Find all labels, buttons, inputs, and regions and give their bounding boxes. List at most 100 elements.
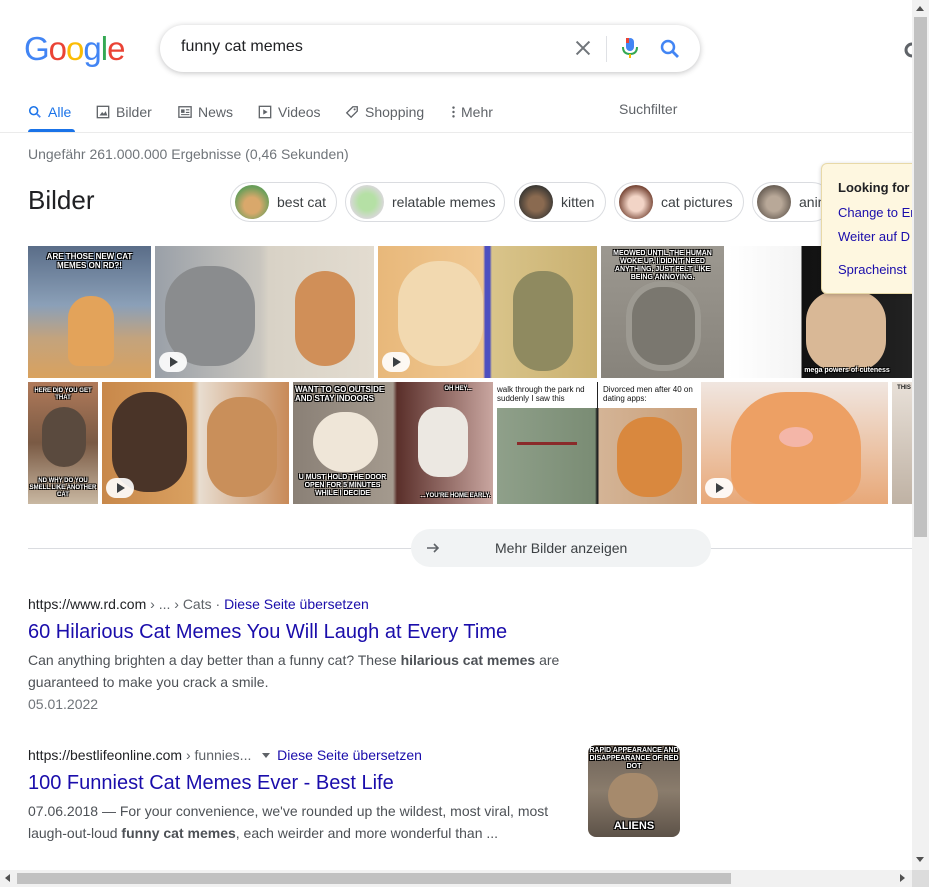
tab-videos[interactable]: Videos [258, 102, 321, 122]
chip-thumbnail [619, 185, 653, 219]
image-caption: HERE DID YOU GET THAT [34, 388, 92, 401]
logo-letter: o [66, 30, 84, 67]
cat-figure [608, 773, 658, 818]
result-title[interactable]: 60 Hilarious Cat Memes You Will Laugh at… [28, 621, 507, 644]
tab-all[interactable]: Alle [28, 102, 71, 122]
popup-link-continue-german[interactable]: Weiter auf D [838, 229, 910, 244]
image-result[interactable] [102, 382, 289, 504]
result-domain: https://www.rd.com [28, 596, 147, 612]
news-icon [178, 106, 192, 118]
chip-relatable-memes[interactable]: relatable memes [345, 182, 505, 222]
cat-figure [313, 412, 378, 472]
cat-figure [418, 407, 468, 477]
more-vert-icon [452, 106, 455, 118]
more-images-button[interactable]: Mehr Bilder anzeigen [411, 529, 711, 567]
image-result[interactable] [378, 246, 597, 378]
chip-thumbnail [519, 185, 553, 219]
tab-label: Bilder [116, 104, 152, 120]
tab-more[interactable]: Mehr [450, 102, 493, 122]
cat-figure [806, 291, 886, 371]
search-input[interactable]: funny cat memes [181, 38, 303, 56]
more-images-label: Mehr Bilder anzeigen [495, 540, 628, 556]
chip-animals[interactable]: animals [752, 182, 832, 222]
scroll-down-arrow-icon[interactable] [916, 857, 924, 862]
image-caption: WANT TO GO OUTSIDE AND STAY INDOORS [295, 385, 385, 403]
cat-figure [112, 392, 187, 492]
result-thumbnail[interactable]: RAPID APPEARANCE AND DISAPPEARANCE OF RE… [588, 745, 680, 837]
popup-link-language-settings[interactable]: Spracheinst [838, 262, 907, 277]
image-icon [96, 105, 110, 119]
scroll-left-arrow-icon[interactable] [5, 874, 10, 882]
result-url[interactable]: https://www.rd.com › ... › Cats · Diese … [28, 596, 369, 612]
language-popup: Looking for Change to En Weiter auf D Sp… [821, 163, 916, 294]
result-url[interactable]: https://bestlifeonline.com › funnies... … [28, 747, 422, 763]
image-caption: OH HEY... [444, 386, 472, 392]
vertical-scrollbar[interactable] [912, 0, 929, 870]
chip-label: cat pictures [661, 194, 733, 210]
image-result[interactable]: WANT TO GO OUTSIDE AND STAY INDOORS U MU… [293, 382, 493, 504]
image-result[interactable]: this [892, 382, 912, 504]
image-result[interactable] [155, 246, 374, 378]
play-icon [705, 478, 733, 498]
image-caption: mega powers of cuteness [804, 367, 890, 374]
cat-figure [398, 261, 483, 366]
image-caption: U MUST HOLD THE DOOR OPEN FOR 5 MINUTES … [298, 474, 387, 497]
chip-thumbnail [757, 185, 791, 219]
image-caption: ND WHY DO YOU SMELL LIKE ANOTHER CAT [29, 478, 97, 498]
result-domain: https://bestlifeonline.com [28, 747, 183, 763]
snippet-text: , each weirder and more wonderful than .… [235, 825, 499, 841]
tab-news[interactable]: News [178, 102, 233, 122]
image-caption: Divorced men after 40 on dating apps: [603, 385, 693, 403]
chip-kitten[interactable]: kitten [514, 182, 606, 222]
chip-cat-pictures[interactable]: cat pictures [614, 182, 744, 222]
popup-title: Looking for [838, 180, 910, 195]
logo-letter: G [24, 30, 50, 67]
play-icon [382, 352, 410, 372]
cat-figure [617, 417, 682, 497]
google-logo[interactable]: Google [24, 30, 125, 68]
chip-label: kitten [561, 194, 595, 210]
search-tools-button[interactable]: Suchfilter [619, 101, 677, 117]
translate-link[interactable]: Diese Seite übersetzen [277, 747, 422, 763]
image-result[interactable]: HERE DID YOU GET THAT ND WHY DO YOU SMEL… [28, 382, 98, 504]
tab-label: Shopping [365, 104, 425, 120]
playground-figure [517, 442, 577, 482]
tab-shopping[interactable]: Shopping [345, 102, 424, 122]
cat-figure [731, 392, 861, 504]
result-title[interactable]: 100 Funniest Cat Memes Ever - Best Life [28, 772, 394, 795]
dropdown-caret-icon[interactable] [261, 750, 271, 760]
image-caption: RAPID APPEARANCE AND DISAPPEARANCE OF RE… [589, 747, 679, 770]
chip-label: best cat [277, 194, 327, 210]
image-result[interactable] [701, 382, 888, 504]
chip-best-cat[interactable]: best cat [230, 182, 337, 222]
search-icon [28, 105, 41, 118]
microphone-icon[interactable] [620, 36, 640, 60]
tab-images[interactable]: Bilder [96, 102, 152, 122]
scroll-right-arrow-icon[interactable] [900, 874, 905, 882]
cat-figure [513, 271, 573, 371]
image-caption: MEOWED UNTIL THE HUMAN WOKE UP. I DIDN'T… [613, 250, 712, 281]
clear-icon[interactable] [572, 37, 594, 59]
popup-link-change-english[interactable]: Change to En [838, 205, 915, 220]
scrollbar-thumb[interactable] [914, 17, 927, 537]
search-icon[interactable] [658, 37, 682, 61]
image-result[interactable]: MEOWED UNTIL THE HUMAN WOKE UP. I DIDN'T… [601, 246, 724, 378]
tag-icon [345, 106, 358, 119]
image-result[interactable]: ARE THOSE NEW CAT MEMES ON RD?! [28, 246, 151, 378]
search-box[interactable]: funny cat memes [160, 25, 700, 72]
scroll-up-arrow-icon[interactable] [916, 6, 924, 11]
result-path: › ... › Cats [146, 596, 212, 612]
chip-label: relatable memes [392, 194, 496, 210]
image-caption: walk through the park nd suddenly I saw … [497, 385, 585, 403]
tab-label: News [198, 104, 234, 120]
image-result[interactable]: walk through the park nd suddenly I saw … [497, 382, 697, 504]
translate-link[interactable]: Diese Seite übersetzen [224, 596, 369, 612]
image-caption: ...YOU'RE HOME EARLY. [420, 493, 491, 499]
tab-label: Videos [278, 104, 321, 120]
tab-label: Mehr [461, 104, 493, 120]
logo-letter: e [107, 30, 125, 67]
scrollbar-thumb[interactable] [17, 873, 731, 884]
video-icon [258, 105, 272, 119]
images-heading: Bilder [28, 185, 95, 215]
horizontal-scrollbar[interactable] [0, 870, 912, 887]
